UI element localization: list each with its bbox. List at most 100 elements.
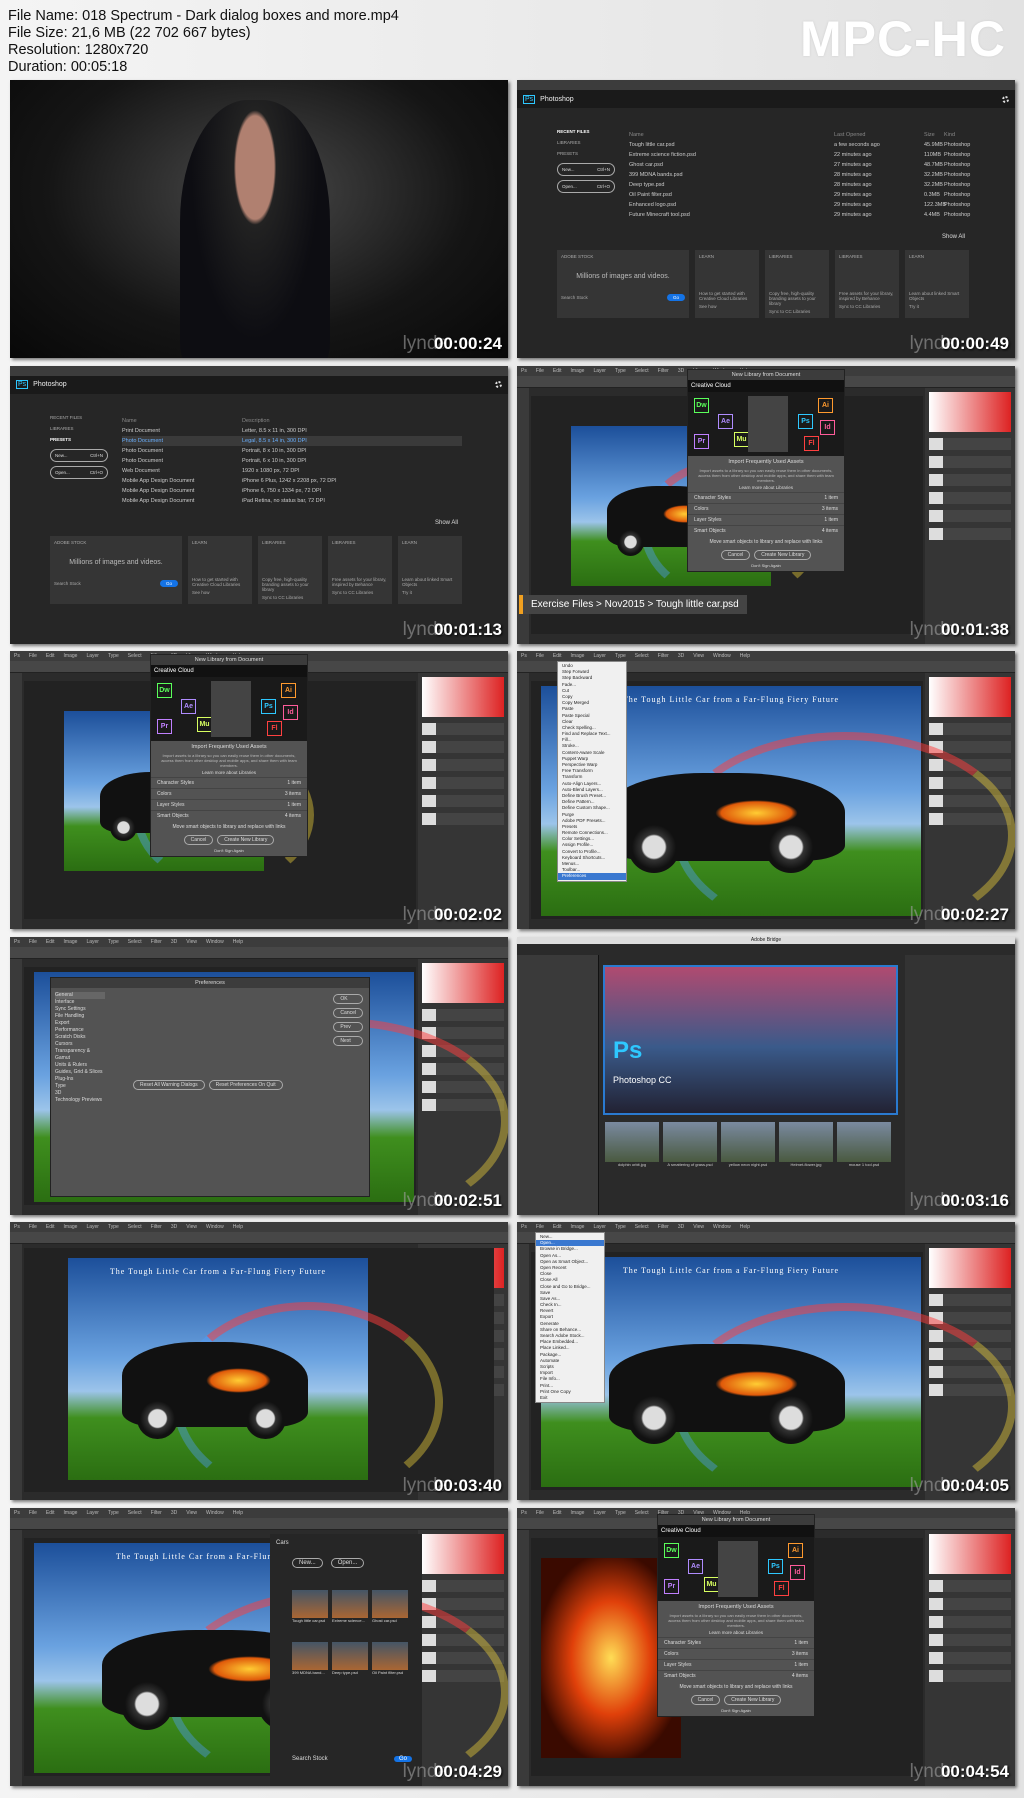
menu-item[interactable]: Window <box>713 1222 731 1232</box>
asset-checkbox[interactable]: Character Styles <box>694 495 731 501</box>
learn-card[interactable]: LIBRARIES Copy free, high-quality brandin… <box>258 535 322 604</box>
open-button[interactable]: Open... Ctrl+O <box>557 180 615 193</box>
menu-item[interactable]: Filter <box>151 1508 162 1518</box>
asset-checkbox[interactable]: Colors <box>664 1651 678 1657</box>
menu-item[interactable]: Ps <box>521 366 527 376</box>
menu-item[interactable]: Layer <box>593 651 606 661</box>
open-button[interactable]: Open... Ctrl+O <box>50 465 108 479</box>
asset-checkbox[interactable]: Colors <box>157 791 171 797</box>
learn-more-link[interactable]: Learn more about Libraries <box>151 768 307 777</box>
back-button[interactable]: Cars <box>270 1534 422 1552</box>
menu-item[interactable]: Image <box>571 1508 585 1518</box>
learn-card[interactable]: LIBRARIES Free assets for your library, i… <box>835 250 899 318</box>
menu-item[interactable]: Help <box>740 651 750 661</box>
layer-row[interactable] <box>422 1579 504 1592</box>
menu-item[interactable]: Image <box>64 1222 78 1232</box>
file-row[interactable]: Tough little car.psd a few seconds ago 45.… <box>629 140 970 150</box>
prefs-section[interactable]: Interface <box>55 999 105 1006</box>
menu-item[interactable]: File <box>536 366 544 376</box>
menu-item[interactable]: File <box>29 1222 37 1232</box>
layer-row[interactable] <box>929 1669 1011 1682</box>
menu-item[interactable]: 3D <box>678 1222 684 1232</box>
file-row[interactable]: Enhanced logo.psd 29 minutes ago 122.3MB Ph… <box>629 200 970 210</box>
menu-item[interactable]: Edit <box>46 1222 55 1232</box>
layer-row[interactable] <box>929 509 1011 522</box>
search-input[interactable]: Search Stock <box>561 295 588 300</box>
move-smart-objects-checkbox[interactable]: Move smart objects to library and replac… <box>658 1681 814 1693</box>
sign-in-link[interactable]: Don't Sign Again <box>688 562 844 571</box>
menu-item[interactable]: Select <box>635 1508 649 1518</box>
prefs-section[interactable]: Type <box>55 1083 105 1090</box>
asset-checkbox[interactable]: Colors <box>694 506 708 512</box>
reset-start-button[interactable]: Reset Preferences On Quit <box>208 1079 283 1090</box>
menu-item[interactable]: Help <box>233 1222 243 1232</box>
create-library-button[interactable]: Create New Library <box>754 549 812 560</box>
menu-item[interactable]: Select <box>128 1508 142 1518</box>
file-row[interactable]: Extreme science fiction.psd 22 minutes ag… <box>629 150 970 160</box>
menu-item[interactable]: Type <box>615 366 626 376</box>
new-button[interactable]: New... Ctrl+N <box>557 163 615 176</box>
go-button[interactable]: Go <box>666 294 685 301</box>
menu-item[interactable]: Image <box>571 1222 585 1232</box>
new-button[interactable]: New... <box>292 1557 323 1568</box>
asset-checkbox[interactable]: Smart Objects <box>157 813 189 819</box>
recent-file[interactable]: Ghost car.psd <box>372 1589 408 1623</box>
asset-checkbox[interactable]: Character Styles <box>664 1640 701 1646</box>
cancel-button[interactable]: Cancel <box>690 1694 721 1705</box>
menu-item[interactable]: Select <box>635 651 649 661</box>
prev-button[interactable]: Prev <box>333 1021 363 1032</box>
menu-item[interactable]: Filter <box>151 1222 162 1232</box>
video-thumbnail[interactable]: PsFileEditImageLayerTypeSelectFilter3DVi… <box>517 936 1015 1215</box>
menu-item[interactable]: Layer <box>86 1222 99 1232</box>
menu-item[interactable]: Select <box>128 1222 142 1232</box>
file-row[interactable]: Oil Paint filter.psd 29 minutes ago 0.3MB P… <box>629 190 970 200</box>
learn-card[interactable]: LEARN How to get started with Creative Cl… <box>695 250 759 318</box>
learn-card[interactable]: LEARN How to get started with Creative Cl… <box>188 535 252 604</box>
create-library-button[interactable]: Create New Library <box>217 835 275 845</box>
learn-more-link[interactable]: Learn more about Libraries <box>688 483 844 492</box>
menu-item[interactable]: Window <box>206 1222 224 1232</box>
prefs-section[interactable]: Scratch Disks <box>55 1034 105 1041</box>
menu-item[interactable]: View <box>693 651 704 661</box>
menu-item[interactable]: File <box>536 1508 544 1518</box>
menu-item[interactable]: Preferences <box>558 873 626 880</box>
layer-row[interactable] <box>422 1008 504 1021</box>
sidebar-item[interactable]: RECENT FILES <box>557 126 615 137</box>
recent-file[interactable]: Deep type.psd <box>332 1641 368 1675</box>
menu-item[interactable]: Window <box>206 1508 224 1518</box>
menu-item[interactable]: Filter <box>658 651 669 661</box>
asset-checkbox[interactable]: Layer Styles <box>694 517 722 523</box>
layer-row[interactable] <box>929 491 1011 504</box>
menu-item[interactable]: Ps <box>14 937 20 947</box>
video-thumbnail[interactable]: PsFileEditImageLayerTypeSelectFilter3DVi… <box>10 936 508 1215</box>
layer-row[interactable] <box>929 437 1011 450</box>
menu-item[interactable]: 3D <box>171 937 177 947</box>
asset-checkbox[interactable]: Character Styles <box>157 780 194 786</box>
recent-file[interactable]: 399 MDNA band... <box>292 1641 328 1675</box>
menu-item[interactable]: Filter <box>658 366 669 376</box>
preset-row[interactable]: Web Document 1920 x 1080 px, 72 DPI <box>122 466 462 476</box>
video-thumbnail[interactable]: Ps Photoshop RECENT FILES LIBRARIES PRESETS N… <box>517 80 1015 358</box>
menu-item[interactable]: View <box>186 937 197 947</box>
prefs-section[interactable]: Transparency & Gamut <box>55 1048 105 1062</box>
menu-item[interactable]: Image <box>571 366 585 376</box>
learn-card[interactable]: LEARN Learn about linked Smart Objects Try… <box>398 535 462 604</box>
menu-item[interactable]: Ps <box>521 1222 527 1232</box>
learn-more-link[interactable]: Learn more about Libraries <box>658 1628 814 1637</box>
move-smart-objects-checkbox[interactable]: Move smart objects to library and replac… <box>688 536 844 548</box>
learn-card[interactable]: LIBRARIES Free assets for your library, i… <box>328 535 392 604</box>
layer-row[interactable] <box>929 473 1011 486</box>
create-library-button[interactable]: Create New Library <box>724 1694 782 1705</box>
menu-item[interactable]: Window <box>206 937 224 947</box>
go-button[interactable]: Go <box>159 579 178 587</box>
sidebar-item[interactable]: LIBRARIES <box>50 423 108 434</box>
menu-item[interactable]: Edit <box>46 937 55 947</box>
video-thumbnail[interactable]: Ps Photoshop RECENT FILES LIBRARIES PRESETS N… <box>10 365 508 644</box>
menu-item[interactable]: Edit <box>553 651 562 661</box>
video-thumbnail[interactable]: PsFileEditImageLayerTypeSelectFilter3DVi… <box>10 651 508 929</box>
prefs-section[interactable]: Cursors <box>55 1041 105 1048</box>
menu-item[interactable]: Layer <box>593 1508 606 1518</box>
sign-in-link[interactable]: Don't Sign Again <box>658 1707 814 1716</box>
video-thumbnail[interactable]: PsFileEditImageLayerTypeSelectFilter3DVi… <box>517 1507 1015 1786</box>
sidebar-item[interactable]: PRESETS <box>557 148 615 159</box>
